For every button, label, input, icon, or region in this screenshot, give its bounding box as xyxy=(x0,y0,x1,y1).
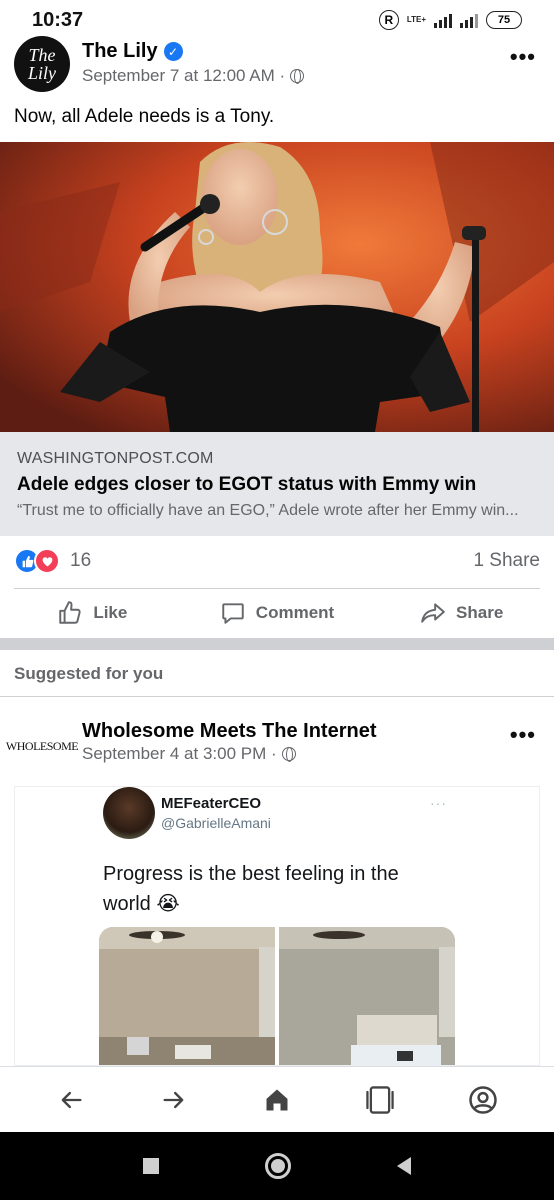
page-avatar[interactable]: The Lily xyxy=(14,36,70,92)
signal-2-icon xyxy=(460,12,478,28)
post-meta: September 7 at 12:00 AM · xyxy=(82,66,305,86)
reaction-count: 16 xyxy=(70,550,92,571)
suggested-page-avatar[interactable]: WHOLESOME xyxy=(6,718,79,774)
thumbs-up-icon xyxy=(59,601,81,624)
forward-arrow-icon[interactable] xyxy=(152,1078,196,1122)
system-nav-bar xyxy=(0,1132,554,1200)
more-options-icon[interactable]: ••• xyxy=(510,722,536,748)
tweet-author-handle: @GabrielleAmani xyxy=(161,815,271,831)
tweet-more-icon: ··· xyxy=(430,795,447,811)
post-text: Now, all Adele needs is a Tony. xyxy=(14,106,275,127)
suggested-post-timestamp[interactable]: September 4 at 3:00 PM · xyxy=(82,744,277,764)
network-type-label: LTE+ xyxy=(406,15,426,24)
love-reaction-icon xyxy=(34,548,60,574)
verified-badge-icon: ✓ xyxy=(163,42,183,61)
back-arrow-icon[interactable] xyxy=(49,1078,93,1122)
room-photo-before xyxy=(99,927,276,1065)
recents-square-icon[interactable] xyxy=(143,1158,159,1174)
tweet-screenshot-image[interactable]: MEFeaterCEO @GabrielleAmani ··· Progress… xyxy=(14,786,540,1066)
globe-icon xyxy=(281,747,296,762)
back-triangle-icon[interactable] xyxy=(397,1157,411,1175)
link-description: “Trust me to officially have an EGO,” Ad… xyxy=(17,502,519,519)
share-label: Share xyxy=(456,603,504,622)
post-action-bar: Like Comment Share xyxy=(0,590,554,636)
feed-separator xyxy=(0,638,554,650)
link-preview[interactable]: WASHINGTONPOST.COM Adele edges closer to… xyxy=(0,432,554,536)
like-button[interactable]: Like xyxy=(0,590,185,636)
comment-icon xyxy=(222,603,244,624)
suggested-page-name[interactable]: Wholesome Meets The Internet xyxy=(82,720,377,743)
signal-icon xyxy=(434,12,452,28)
screen: 10:37 R LTE+ 75 The Lily The Lily ✓ Sept… xyxy=(0,0,554,1200)
divider xyxy=(14,588,540,589)
comment-label: Comment xyxy=(255,603,335,622)
link-domain: WASHINGTONPOST.COM xyxy=(17,450,214,467)
share-count[interactable]: 1 Share xyxy=(473,550,540,572)
tweet-author-avatar xyxy=(103,787,155,839)
tabs-icon[interactable] xyxy=(358,1078,402,1122)
status-time: 10:37 xyxy=(32,8,84,31)
account-icon[interactable] xyxy=(461,1078,505,1122)
share-arrow-icon xyxy=(421,603,445,623)
reactions-summary[interactable]: 16 xyxy=(14,548,91,574)
browser-nav-bar xyxy=(0,1066,554,1132)
suggested-post-meta: September 4 at 3:00 PM · xyxy=(82,744,296,764)
globe-icon xyxy=(290,69,305,84)
status-bar: 10:37 R LTE+ 75 xyxy=(0,0,554,40)
room-photo-after xyxy=(278,927,456,1065)
home-icon[interactable] xyxy=(255,1078,299,1122)
suggested-label: Suggested for you xyxy=(14,664,164,683)
post-timestamp[interactable]: September 7 at 12:00 AM · xyxy=(82,66,285,86)
avatar-text-bottom: Lily xyxy=(27,63,56,83)
share-button[interactable]: Share xyxy=(369,590,554,636)
home-circle-icon[interactable] xyxy=(265,1153,291,1179)
page-name-text[interactable]: The Lily xyxy=(82,40,158,63)
like-label: Like xyxy=(93,603,128,622)
post-header: The Lily The Lily ✓ September 7 at 12:00… xyxy=(0,36,554,92)
avatar-text-top: The xyxy=(28,45,56,65)
battery-icon: 75 xyxy=(486,11,522,29)
status-icons: R LTE+ 75 xyxy=(378,10,522,30)
link-title[interactable]: Adele edges closer to EGOT status with E… xyxy=(17,474,476,496)
post-image[interactable] xyxy=(0,142,554,432)
more-options-icon[interactable]: ••• xyxy=(510,44,536,70)
registered-icon: R xyxy=(378,10,399,30)
divider xyxy=(0,696,554,697)
comment-button[interactable]: Comment xyxy=(185,590,370,636)
suggested-post-header: WHOLESOME Wholesome Meets The Internet S… xyxy=(0,714,554,770)
tweet-photos xyxy=(99,927,456,1065)
tweet-text: Progress is the best feeling in the worl… xyxy=(103,863,399,915)
concert-photo-illustration xyxy=(0,142,554,432)
tweet-author-name: MEFeaterCEO xyxy=(161,795,262,812)
page-name[interactable]: The Lily ✓ xyxy=(82,40,183,63)
